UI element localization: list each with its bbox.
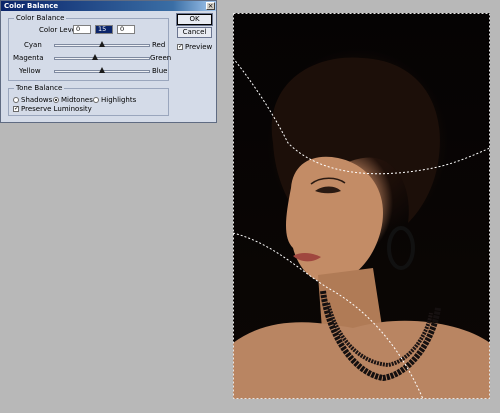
slider-thumb[interactable] — [99, 67, 105, 73]
slider-thumb[interactable] — [99, 41, 105, 47]
slider-thumb[interactable] — [91, 54, 98, 60]
preserve-luminosity-label: Preserve Luminosity — [21, 105, 92, 113]
radio-label-shadows: Shadows — [21, 96, 53, 104]
slider-magenta-green[interactable] — [54, 54, 150, 60]
radio-midtones[interactable] — [53, 97, 59, 103]
preview-checkbox[interactable]: ✓ — [177, 44, 183, 50]
radio-label-highlights: Highlights — [101, 96, 137, 104]
slider-label-yellow: Yellow — [19, 67, 41, 75]
slider-label-green: Green — [150, 54, 172, 62]
level-input-cyan-red[interactable]: 0 — [73, 25, 91, 34]
tone-balance-legend: Tone Balance — [14, 84, 65, 92]
slider-label-red: Red — [152, 41, 166, 49]
close-icon[interactable]: × — [206, 2, 215, 10]
preview-label: Preview — [185, 43, 213, 51]
dialog-title: Color Balance — [4, 2, 59, 10]
radio-highlights[interactable] — [93, 97, 99, 103]
preserve-luminosity-checkbox[interactable]: ✓ — [13, 106, 19, 112]
dialog-titlebar[interactable]: Color Balance — [1, 1, 216, 11]
ok-button[interactable]: OK — [176, 13, 213, 26]
color-balance-group: Color Balance Color Levels: 0 15 0 Cyan … — [8, 14, 172, 81]
portrait-image — [233, 13, 490, 399]
slider-label-magenta: Magenta — [13, 54, 44, 62]
tone-balance-group: Tone Balance Shadows Midtones Highlights… — [8, 84, 169, 116]
document-canvas[interactable] — [233, 13, 490, 399]
slider-yellow-blue[interactable] — [54, 67, 150, 73]
level-input-magenta-green[interactable]: 15 — [95, 25, 113, 34]
slider-label-blue: Blue — [152, 67, 168, 75]
slider-cyan-red[interactable] — [54, 41, 150, 47]
color-balance-dialog: Color Balance × Color Balance Color Leve… — [0, 0, 217, 123]
level-input-yellow-blue[interactable]: 0 — [117, 25, 135, 34]
cancel-button[interactable]: Cancel — [177, 27, 212, 38]
radio-shadows[interactable] — [13, 97, 19, 103]
color-balance-legend: Color Balance — [14, 14, 67, 22]
slider-label-cyan: Cyan — [24, 41, 42, 49]
radio-label-midtones: Midtones — [61, 96, 93, 104]
